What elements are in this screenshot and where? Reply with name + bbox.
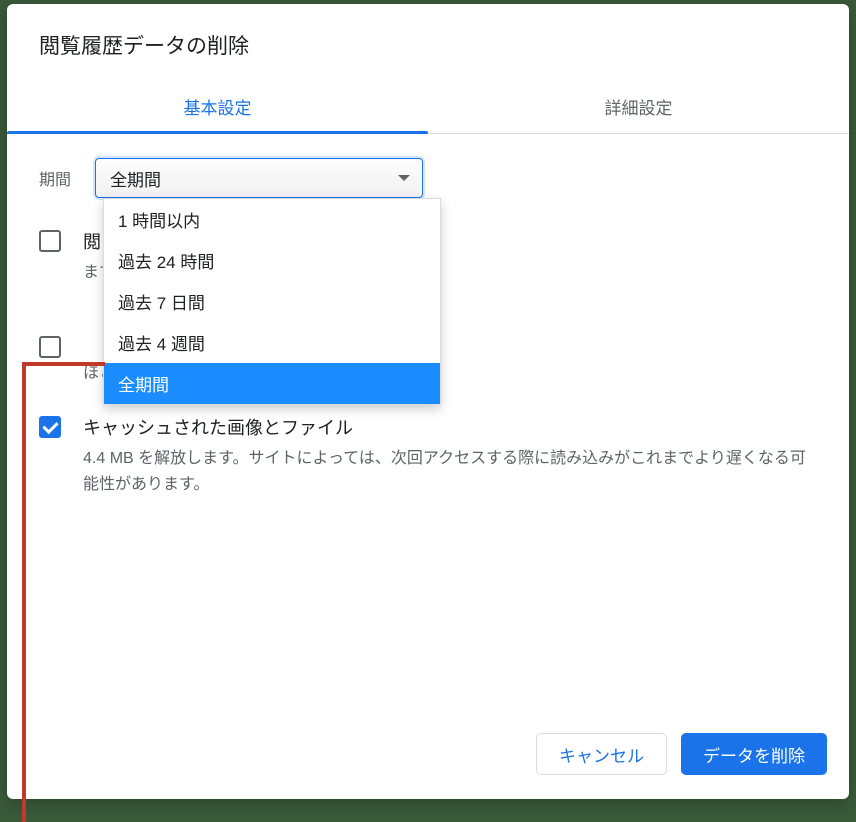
time-range-selected-value: 全期間 bbox=[110, 166, 161, 191]
checkbox-browsing-history[interactable] bbox=[39, 230, 61, 252]
dialog-title: 閲覧履歴データの削除 bbox=[7, 4, 849, 80]
cancel-button[interactable]: キャンセル bbox=[536, 733, 667, 775]
tab-advanced[interactable]: 詳細設定 bbox=[428, 80, 849, 133]
checkbox-cache[interactable] bbox=[39, 416, 61, 438]
checkbox-cookies[interactable] bbox=[39, 336, 61, 358]
time-range-select[interactable]: 全期間 bbox=[95, 158, 423, 198]
option-row-cache: キャッシュされた画像とファイル 4.4 MB を解放します。サイトによっては、次… bbox=[39, 414, 817, 497]
time-range-option-7d[interactable]: 過去 7 日間 bbox=[104, 281, 440, 322]
time-range-row: 期間 全期間 bbox=[39, 158, 817, 198]
time-range-label: 期間 bbox=[39, 166, 71, 190]
time-range-dropdown: 1 時間以内 過去 24 時間 過去 7 日間 過去 4 週間 全期間 bbox=[103, 198, 441, 405]
time-range-option-4w[interactable]: 過去 4 週間 bbox=[104, 322, 440, 363]
time-range-option-all[interactable]: 全期間 bbox=[104, 363, 440, 404]
time-range-option-24h[interactable]: 過去 24 時間 bbox=[104, 240, 440, 281]
tab-basic[interactable]: 基本設定 bbox=[7, 80, 428, 133]
chevron-down-icon bbox=[398, 175, 410, 181]
clear-browsing-data-dialog: 閲覧履歴データの削除 基本設定 詳細設定 期間 全期間 1 時間以内 過去 24… bbox=[7, 4, 849, 799]
confirm-button[interactable]: データを削除 bbox=[681, 733, 827, 775]
time-range-option-1h[interactable]: 1 時間以内 bbox=[104, 199, 440, 240]
option-desc: 4.4 MB を解放します。サイトによっては、次回アクセスする際に読み込みがこれ… bbox=[83, 446, 817, 497]
tab-bar: 基本設定 詳細設定 bbox=[7, 80, 849, 134]
dialog-body: 期間 全期間 1 時間以内 過去 24 時間 過去 7 日間 過去 4 週間 全… bbox=[7, 134, 849, 713]
dialog-footer: キャンセル データを削除 bbox=[7, 713, 849, 799]
option-title: キャッシュされた画像とファイル bbox=[83, 414, 817, 440]
